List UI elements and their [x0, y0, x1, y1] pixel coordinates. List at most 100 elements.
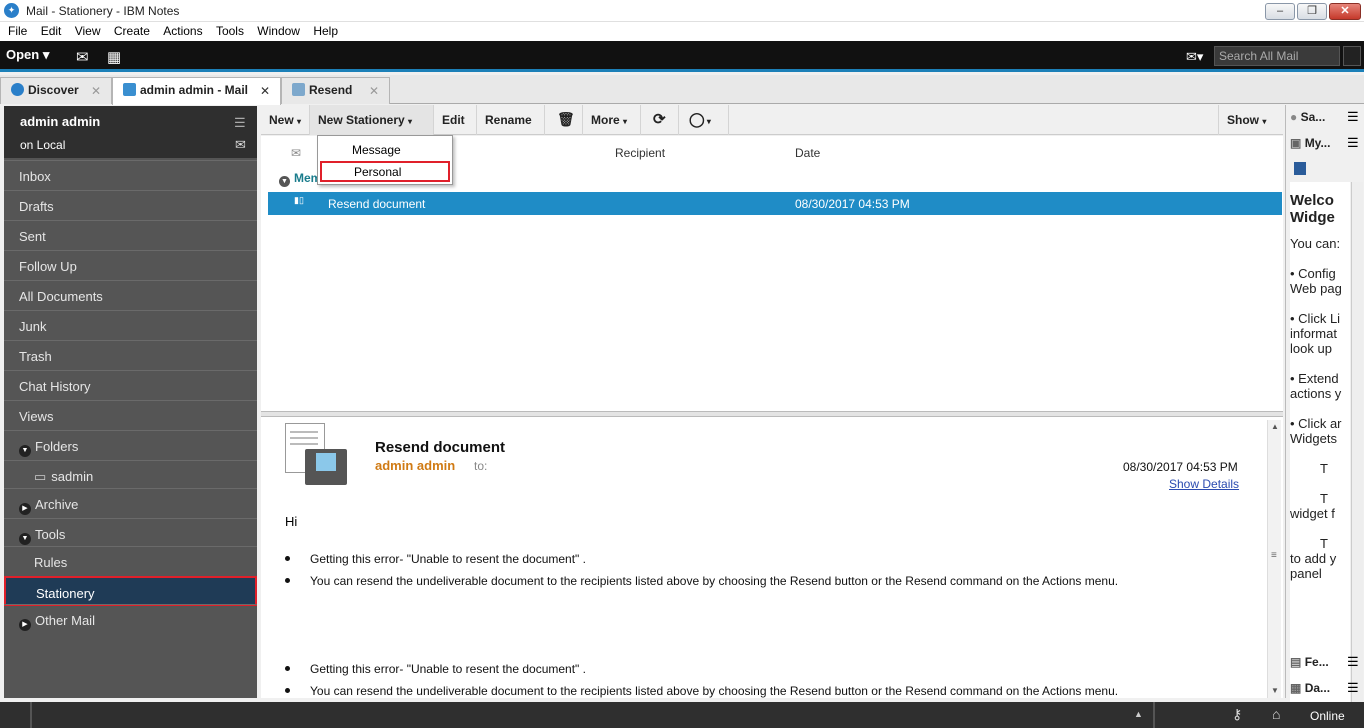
stationery-document-icon — [285, 423, 347, 487]
panel-tab-feeds[interactable]: ▤ Fe... — [1290, 655, 1329, 669]
list-item: You can resend the undeliverable documen… — [285, 684, 1118, 698]
panel-tab-day-at-a-glance[interactable]: ▦ Da... — [1290, 681, 1330, 695]
row-date: 08/30/2017 04:53 PM — [795, 197, 910, 211]
window-title: Mail - Stationery - IBM Notes — [26, 4, 180, 18]
close-tab-icon[interactable]: ✕ — [369, 84, 379, 98]
tab-resend[interactable]: Resend ✕ — [281, 77, 390, 104]
sidebar-item-sadmin[interactable]: ▭ sadmin — [4, 460, 257, 490]
menu-file[interactable]: File — [8, 22, 27, 38]
collapsed-triangle-icon[interactable]: ▶ — [19, 619, 31, 631]
sidebar-item-chat-history[interactable]: Chat History — [4, 370, 257, 400]
view-action-bar: New ▾ New Stationery ▾ Edit Rename 🗑 Mor… — [261, 105, 1283, 135]
preview-pane: Resend document admin admin to: 08/30/20… — [261, 417, 1283, 698]
edit-button[interactable]: Edit — [434, 105, 477, 135]
sidebar-item-other-mail[interactable]: ▶ Other Mail — [4, 604, 257, 634]
search-input[interactable]: Search All Mail — [1214, 46, 1340, 66]
folder-icon: ▭ — [34, 469, 47, 484]
message-date: 08/30/2017 04:53 PM — [1123, 460, 1238, 474]
panel-tab-my-widgets[interactable]: ▣ My... — [1290, 136, 1330, 150]
sidebar-item-all-documents[interactable]: All Documents — [4, 280, 257, 310]
column-header-recipient[interactable]: Recipient — [615, 146, 665, 160]
document-icon: ▮▯ — [294, 195, 304, 205]
collapsed-triangle-icon[interactable]: ▶ — [19, 503, 31, 515]
menu-icon[interactable]: ☰ — [1347, 135, 1359, 151]
preview-scrollbar[interactable]: ▲ ≡ ▼ — [1267, 420, 1281, 698]
minimize-button[interactable]: – — [1265, 3, 1295, 20]
sidebar-item-follow-up[interactable]: Follow Up — [4, 250, 257, 280]
expanded-triangle-icon[interactable]: ▼ — [19, 445, 31, 457]
title-bar: ✦ Mail - Stationery - IBM Notes – ❐ ✕ — [0, 0, 1364, 22]
sidebar-item-inbox[interactable]: Inbox — [4, 160, 257, 190]
sidebar-item-views[interactable]: Views — [4, 400, 257, 430]
menu-item-personal[interactable]: Personal — [320, 161, 450, 182]
list-item: Getting this error- "Unable to resent th… — [285, 552, 586, 566]
new-button[interactable]: New ▾ — [261, 105, 310, 135]
sidebar-item-drafts[interactable]: Drafts — [4, 190, 257, 220]
menu-edit[interactable]: Edit — [41, 22, 62, 38]
location-icon[interactable]: ⌂ — [1272, 706, 1280, 722]
status-up-arrow-icon[interactable]: ▲ — [1134, 709, 1143, 719]
close-tab-icon[interactable]: ✕ — [91, 84, 101, 98]
menu-icon[interactable]: ☰ — [234, 115, 246, 131]
ibm-notes-app-icon: ✦ — [4, 3, 19, 18]
replication-mail-icon[interactable]: ✉ — [235, 137, 246, 153]
top-toolbar: Open ▾ ✉ ▦ ✉▾ Search All Mail — [0, 41, 1364, 72]
show-details-link[interactable]: Show Details — [1169, 477, 1239, 491]
calendar-icon[interactable]: ▦ — [107, 48, 121, 66]
message-subject: Resend document — [375, 439, 506, 456]
menu-window[interactable]: Window — [257, 22, 300, 38]
table-row[interactable]: ▮▯ Resend document 08/30/2017 04:53 PM — [268, 192, 1282, 215]
sidebar-item-folders[interactable]: ▼ Folders — [4, 430, 257, 460]
show-button[interactable]: Show ▾ — [1218, 105, 1283, 135]
restore-button[interactable]: ❐ — [1297, 3, 1327, 20]
sidebar-header: admin admin on Local ☰ ✉ — [4, 106, 257, 158]
sidebar-item-trash[interactable]: Trash — [4, 340, 257, 370]
menu-view[interactable]: View — [75, 22, 101, 38]
menu-icon[interactable]: ☰ — [1347, 654, 1359, 670]
message-to-label: to: — [474, 459, 488, 473]
sidebar-item-junk[interactable]: Junk — [4, 310, 257, 340]
menu-create[interactable]: Create — [114, 22, 150, 38]
chat-icon[interactable]: ◯ ▾ — [679, 105, 729, 135]
menu-tools[interactable]: Tools — [216, 22, 244, 38]
menu-icon[interactable]: ☰ — [1347, 680, 1359, 696]
widget-icon[interactable] — [1294, 162, 1306, 175]
sidebar-item-sent[interactable]: Sent — [4, 220, 257, 250]
more-button[interactable]: More ▾ — [583, 105, 641, 135]
key-icon[interactable]: ⚷ — [1232, 706, 1242, 723]
close-tab-icon[interactable]: ✕ — [260, 84, 270, 98]
online-status[interactable]: Online — [1310, 709, 1345, 723]
menu-icon[interactable]: ☰ — [1347, 109, 1359, 125]
sidebar-item-rules[interactable]: Rules — [4, 546, 257, 576]
tab-discover[interactable]: Discover ✕ — [0, 77, 112, 104]
sidebar-item-tools[interactable]: ▼ Tools — [4, 518, 257, 548]
sidebar-item-archive[interactable]: ▶ Archive — [4, 488, 257, 518]
envelope-column-icon[interactable]: ✉ — [291, 146, 301, 160]
category-row[interactable]: ▼ Mem — [279, 171, 321, 187]
expanded-triangle-icon[interactable]: ▼ — [279, 176, 290, 187]
navigation-sidebar: admin admin on Local ☰ ✉ Inbox Drafts Se… — [4, 106, 257, 698]
search-button[interactable] — [1343, 46, 1361, 66]
tab-mail[interactable]: admin admin - Mail ✕ — [112, 77, 281, 105]
search-scope-mail-icon[interactable]: ✉▾ — [1186, 49, 1203, 65]
refresh-icon[interactable]: ⟳ — [641, 105, 679, 135]
close-window-button[interactable]: ✕ — [1329, 3, 1361, 20]
row-subject: Resend document — [328, 197, 426, 211]
calendar-day-icon: ▦ — [1290, 681, 1302, 695]
list-item: Getting this error- "Unable to resent th… — [285, 662, 586, 676]
menu-item-message[interactable]: Message — [320, 139, 450, 160]
widgets-scrollbar[interactable] — [1351, 182, 1363, 728]
rename-button[interactable]: Rename — [477, 105, 545, 135]
discover-icon — [11, 83, 24, 96]
message-sender[interactable]: admin admin — [375, 458, 455, 473]
column-header-date[interactable]: Date — [795, 146, 820, 160]
sidebar-item-stationery[interactable]: Stationery — [4, 576, 257, 606]
trash-icon[interactable]: 🗑 — [545, 105, 583, 135]
menu-help[interactable]: Help — [313, 22, 338, 38]
mail-icon[interactable]: ✉ — [76, 48, 89, 66]
panel-tab-sametime[interactable]: ● Sa... — [1290, 110, 1325, 124]
open-button[interactable]: Open ▾ — [6, 47, 49, 63]
expanded-triangle-icon[interactable]: ▼ — [19, 533, 31, 545]
new-stationery-button[interactable]: New Stationery ▾ — [310, 105, 434, 135]
menu-actions[interactable]: Actions — [163, 22, 202, 38]
